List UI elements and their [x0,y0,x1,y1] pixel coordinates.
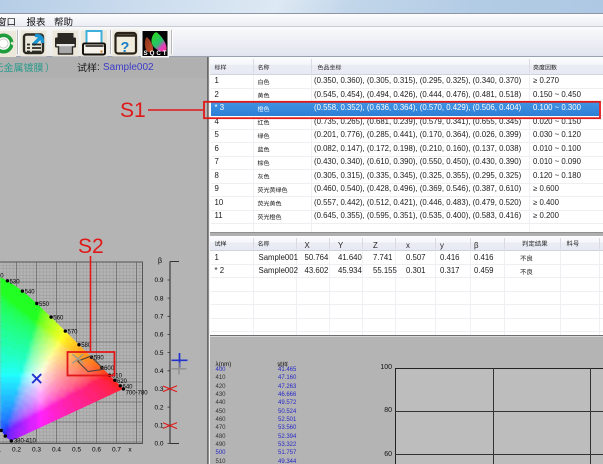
svg-text:0.9: 0.9 [154,277,163,284]
svg-text:380-410: 380-410 [14,439,37,445]
svg-text:640: 640 [123,384,134,390]
svg-text:0.1: 0.1 [0,447,1,454]
svg-text:570: 570 [68,330,79,336]
svg-text:540: 540 [25,290,36,296]
svg-text:0.1: 0.1 [154,423,163,430]
svg-text:560: 560 [53,316,64,322]
svg-text:0.5: 0.5 [154,350,163,357]
svg-text:S2: S2 [78,235,104,258]
svg-text:0.5: 0.5 [72,447,81,454]
svg-text:0.7: 0.7 [154,314,163,321]
svg-text:0.2: 0.2 [154,404,163,411]
svg-text:0.8: 0.8 [154,295,163,302]
svg-text:600: 600 [104,366,115,372]
svg-text:0.4: 0.4 [52,447,61,454]
svg-text:?: ? [121,40,130,56]
svg-text:0.3: 0.3 [154,386,163,393]
svg-text:0.0: 0.0 [154,441,163,448]
svg-text:530: 530 [10,279,21,285]
svg-text:0.4: 0.4 [154,368,163,375]
svg-text:x: x [128,447,132,454]
svg-text:0.3: 0.3 [32,447,41,454]
svg-text:0.6: 0.6 [154,332,163,339]
svg-text:700-780: 700-780 [126,390,149,396]
svg-text:β: β [158,258,162,265]
svg-text:0.2: 0.2 [12,447,21,454]
svg-text:550: 550 [39,302,50,308]
svg-text:0.7: 0.7 [112,447,121,454]
svg-text:S1: S1 [120,99,146,122]
svg-text:0.6: 0.6 [92,447,101,454]
